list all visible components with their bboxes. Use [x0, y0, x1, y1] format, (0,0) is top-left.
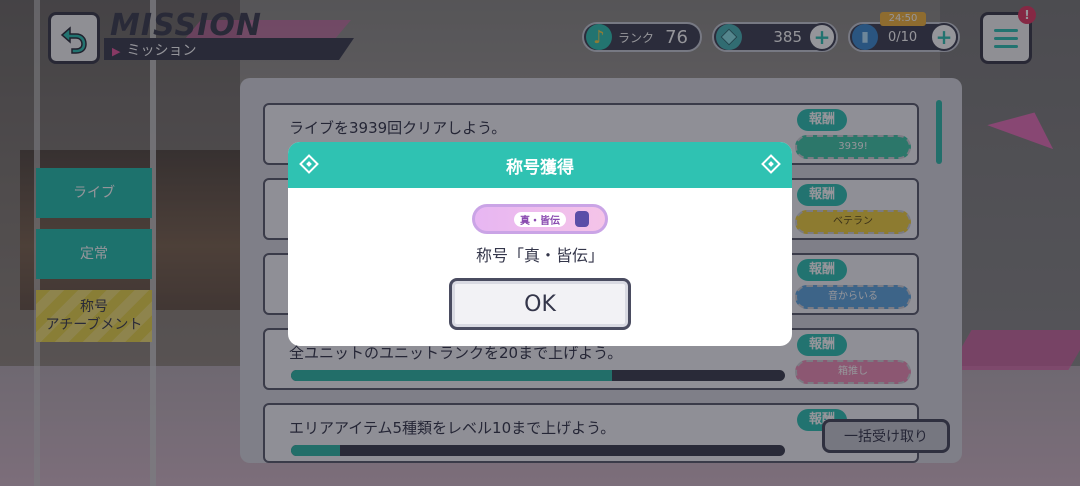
- title-badge: 真・皆伝: [472, 204, 608, 234]
- title-acquired-dialog: 称号獲得 真・皆伝 称号「真・皆伝」 OK: [288, 142, 792, 346]
- badge-figure-icon: [575, 211, 589, 227]
- diamond-icon: [761, 154, 781, 174]
- dialog-header: 称号獲得: [288, 142, 792, 188]
- ok-button[interactable]: OK: [449, 278, 631, 330]
- title-badge-text: 真・皆伝: [514, 211, 566, 227]
- dialog-message: 称号「真・皆伝」: [475, 246, 604, 265]
- diamond-icon: [299, 154, 319, 174]
- dialog-title: 称号獲得: [506, 157, 574, 178]
